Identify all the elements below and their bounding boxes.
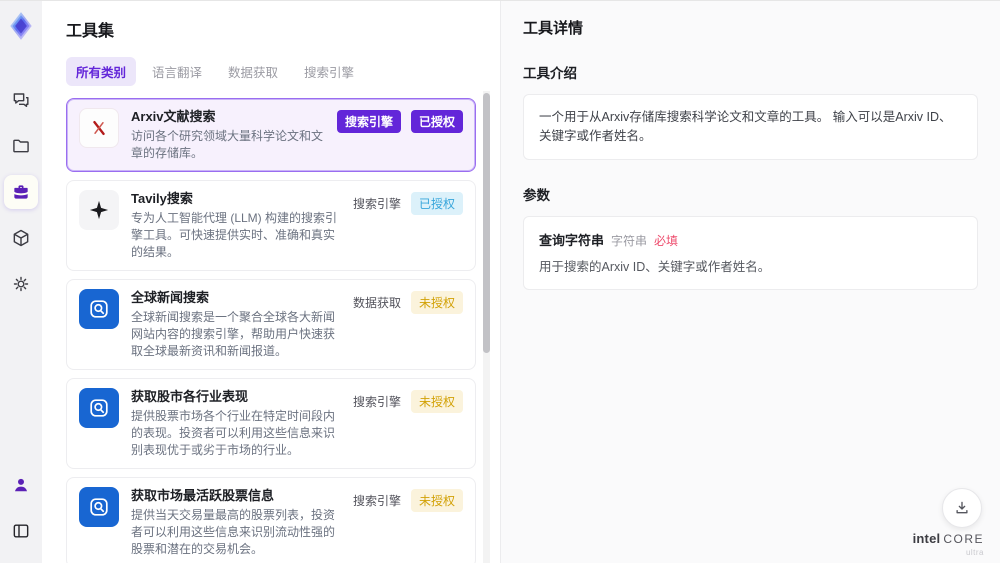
tool-title: 获取股市各行业表现 bbox=[131, 389, 249, 404]
tab-data-acquisition[interactable]: 数据获取 bbox=[218, 57, 288, 86]
auth-badge: 未授权 bbox=[410, 291, 463, 314]
category-badge: 搜索引擎 bbox=[336, 110, 401, 133]
tavily-star-icon bbox=[79, 190, 119, 230]
category-label: 搜索引擎 bbox=[352, 494, 401, 508]
tab-all-categories[interactable]: 所有类别 bbox=[66, 57, 137, 86]
tool-title: 全球新闻搜索 bbox=[131, 290, 210, 305]
tool-card-global-news[interactable]: 全球新闻搜索 全球新闻搜索是一个聚合全球各大新闻网站内容的搜索引擎，帮助用户快速… bbox=[66, 279, 476, 370]
tool-title: Tavily搜索 bbox=[131, 191, 193, 206]
intro-heading: 工具介绍 bbox=[523, 66, 577, 81]
tool-card-most-active-stocks[interactable]: 获取市场最活跃股票信息 提供当天交易量最高的股票列表，投资者可以利用这些信息来识… bbox=[66, 477, 476, 563]
tool-title: Arxiv文献搜索 bbox=[131, 109, 216, 124]
parameter-card: 查询字符串 字符串 必填 用于搜索的Arxiv ID、关键字或作者姓名。 bbox=[523, 216, 978, 290]
tool-detail-panel: 工具详情 工具介绍 一个用于从Arxiv存储库搜索科学论文和文章的工具。 输入可… bbox=[500, 1, 1000, 563]
auth-badge: 未授权 bbox=[410, 390, 463, 413]
tool-card-arxiv[interactable]: Arxiv文献搜索 访问各个研究领域大量科学论文和文章的存储库。 搜索引擎 已授… bbox=[66, 98, 476, 172]
tools-panel: 工具集 所有类别 语言翻译 数据获取 搜索引擎 Arxiv文献搜索 访问各个研究… bbox=[42, 1, 500, 563]
cube-icon[interactable] bbox=[4, 221, 38, 255]
category-label: 搜索引擎 bbox=[352, 395, 401, 409]
tool-description: 全球新闻搜索是一个聚合全球各大新闻网站内容的搜索引擎，帮助用户快速获取全球最新资… bbox=[131, 310, 336, 358]
brand-core-text: CORE bbox=[943, 532, 984, 546]
tab-language-translation[interactable]: 语言翻译 bbox=[142, 57, 212, 86]
folder-icon[interactable] bbox=[4, 129, 38, 163]
param-description: 用于搜索的Arxiv ID、关键字或作者姓名。 bbox=[539, 260, 771, 274]
param-required-badge: 必填 bbox=[654, 234, 679, 248]
tool-card-sector-performance[interactable]: 获取股市各行业表现 提供股票市场各个行业在特定时间段内的表现。投资者可以利用这些… bbox=[66, 378, 476, 469]
toolbox-icon[interactable] bbox=[4, 175, 38, 209]
tool-list: Arxiv文献搜索 访问各个研究领域大量科学论文和文章的存储库。 搜索引擎 已授… bbox=[66, 98, 476, 563]
app-window: 工具集 所有类别 语言翻译 数据获取 搜索引擎 Arxiv文献搜索 访问各个研究… bbox=[0, 0, 1000, 563]
tool-description: 提供当天交易量最高的股票列表，投资者可以利用这些信息来识别流动性强的股票和潜在的… bbox=[131, 508, 336, 556]
brand-sub-text: ultra bbox=[965, 548, 984, 557]
search-app-icon bbox=[79, 289, 119, 329]
scrollbar-thumb[interactable] bbox=[483, 93, 490, 354]
intel-core-logo: intel CORE ultra bbox=[913, 532, 984, 559]
download-icon bbox=[953, 499, 971, 517]
search-app-icon bbox=[79, 487, 119, 527]
app-logo-icon bbox=[4, 9, 38, 43]
param-name: 查询字符串 bbox=[539, 233, 605, 248]
tool-title: 获取市场最活跃股票信息 bbox=[131, 488, 275, 503]
page-title: 工具集 bbox=[66, 23, 115, 40]
tool-description: 提供股票市场各个行业在特定时间段内的表现。投资者可以利用这些信息来识别表现优于或… bbox=[131, 409, 336, 457]
download-button[interactable] bbox=[942, 488, 982, 528]
tool-description: 专为人工智能代理 (LLM) 构建的搜索引擎工具。可快速提供实时、准确和真实的结… bbox=[131, 211, 338, 259]
intro-text: 一个用于从Arxiv存储库搜索科学论文和文章的工具。 输入可以是Arxiv ID… bbox=[539, 110, 952, 143]
arxiv-icon bbox=[79, 108, 119, 148]
tab-search-engine[interactable]: 搜索引擎 bbox=[294, 57, 364, 86]
detail-title: 工具详情 bbox=[523, 20, 584, 37]
gear-icon[interactable] bbox=[4, 267, 38, 301]
brand-intel-text: intel bbox=[912, 531, 941, 546]
icon-rail bbox=[0, 1, 42, 563]
auth-badge: 已授权 bbox=[410, 110, 463, 133]
category-tabs: 所有类别 语言翻译 数据获取 搜索引擎 bbox=[66, 57, 476, 86]
params-heading: 参数 bbox=[523, 188, 550, 203]
list-scrollbar[interactable] bbox=[483, 91, 490, 563]
intro-card: 一个用于从Arxiv存储库搜索科学论文和文章的工具。 输入可以是Arxiv ID… bbox=[523, 94, 978, 160]
chat-icon[interactable] bbox=[4, 83, 38, 117]
tool-description: 访问各个研究领域大量科学论文和文章的存储库。 bbox=[131, 129, 324, 160]
category-label: 搜索引擎 bbox=[352, 197, 401, 211]
auth-badge: 未授权 bbox=[410, 489, 463, 512]
panel-toggle-icon[interactable] bbox=[4, 514, 38, 548]
auth-badge: 已授权 bbox=[410, 192, 463, 215]
search-app-icon bbox=[79, 388, 119, 428]
category-label: 数据获取 bbox=[352, 296, 401, 310]
tool-card-tavily[interactable]: Tavily搜索 专为人工智能代理 (LLM) 构建的搜索引擎工具。可快速提供实… bbox=[66, 180, 476, 271]
user-icon[interactable] bbox=[4, 468, 38, 502]
param-type: 字符串 bbox=[611, 234, 648, 248]
